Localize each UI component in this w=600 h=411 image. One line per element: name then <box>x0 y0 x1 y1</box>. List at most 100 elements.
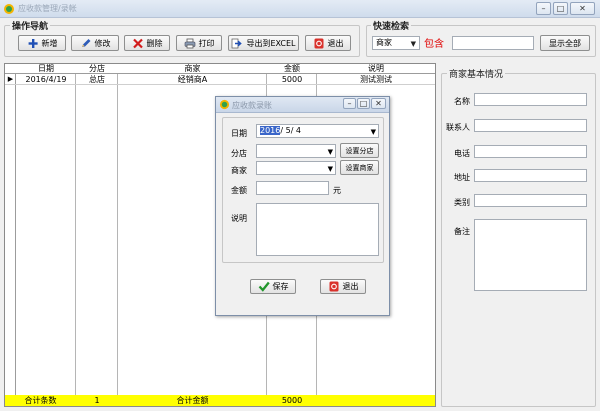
summary-count-label: 合计条数 <box>24 396 57 405</box>
quick-search-title: 快速检索 <box>371 19 412 32</box>
search-keyword-input[interactable] <box>452 36 534 50</box>
maximize-button[interactable]: □ <box>553 2 568 15</box>
chevron-down-icon: ▼ <box>327 165 333 173</box>
column-divider <box>76 64 118 406</box>
set-merchant-button[interactable]: 设置商家 <box>340 160 379 175</box>
dialog-branch-select[interactable]: ▼ <box>256 144 336 158</box>
delete-button-label: 删除 <box>146 38 163 48</box>
search-operator: 包含 <box>424 39 444 50</box>
grid-summary-row: 合计条数 1 合计金额 5000 <box>5 395 435 406</box>
app-icon <box>219 99 230 110</box>
column-header-amount[interactable]: 金额 <box>267 64 317 74</box>
merchant-address-field[interactable] <box>474 169 587 182</box>
dialog-save-button-label: 保存 <box>272 282 289 291</box>
pencil-icon <box>81 38 90 47</box>
column-header-note[interactable]: 说明 <box>317 64 435 74</box>
set-branch-button[interactable]: 设置分店 <box>340 143 379 158</box>
summary-count-value: 1 <box>94 396 100 405</box>
cell-amount: 5000 <box>281 75 303 84</box>
dialog-date-rest: / 5/ 4 <box>280 126 302 135</box>
add-button-label: 新增 <box>41 38 58 48</box>
table-row[interactable]: ▶ 2016/4/19 总店 经销商A 5000 测试测试 <box>5 74 435 85</box>
column-header-date[interactable]: 日期 <box>16 64 76 74</box>
toolbar-group-title: 操作导航 <box>10 19 51 32</box>
window-title: 应收款管理/录帐 <box>18 4 77 13</box>
chevron-down-icon: ▼ <box>327 148 333 156</box>
dialog-date-label: 日期 <box>231 129 247 138</box>
merchant-address-label: 地址 <box>454 173 470 182</box>
edit-button-label: 修改 <box>94 38 111 48</box>
export-arrow-icon <box>232 38 243 48</box>
chevron-down-icon: ▼ <box>370 128 376 136</box>
delete-button[interactable]: 删除 <box>124 35 170 51</box>
plus-icon <box>28 38 38 48</box>
print-button-label: 打印 <box>198 38 215 48</box>
print-button[interactable]: 打印 <box>176 35 222 51</box>
dialog-note-label: 说明 <box>231 214 247 223</box>
export-excel-button-label: 导出到EXCEL <box>246 38 296 48</box>
merchant-contact-field[interactable] <box>474 119 587 132</box>
close-button[interactable]: ✕ <box>570 2 595 15</box>
summary-amount-value: 5000 <box>281 396 303 405</box>
merchant-name-field[interactable] <box>474 93 587 106</box>
dialog-amount-unit: 元 <box>333 186 341 195</box>
cell-note: 测试测试 <box>360 75 392 84</box>
row-selected-marker: ▶ <box>7 75 14 83</box>
show-all-button[interactable]: 显示全部 <box>540 35 590 51</box>
summary-amount-label: 合计金额 <box>176 396 209 405</box>
merchant-phone-label: 电话 <box>454 149 470 158</box>
dialog-merchant-select[interactable]: ▼ <box>256 161 336 175</box>
cell-date: 2016/4/19 <box>25 75 67 84</box>
merchant-category-field[interactable] <box>474 194 587 207</box>
exit-button-label: 退出 <box>327 38 344 48</box>
dialog-amount-input[interactable] <box>256 181 329 195</box>
dialog-close-button[interactable]: ✕ <box>371 98 386 109</box>
row-header-column <box>5 64 16 406</box>
merchant-name-label: 名称 <box>454 97 470 106</box>
column-header-branch[interactable]: 分店 <box>76 64 118 74</box>
exit-icon <box>314 38 323 48</box>
show-all-button-label: 显示全部 <box>549 38 581 48</box>
search-field-value: 商家 <box>376 38 392 47</box>
delete-x-icon <box>132 38 143 48</box>
dialog-titlebar[interactable]: 应收款录账 – □ ✕ <box>216 97 389 113</box>
edit-button[interactable]: 修改 <box>71 35 119 51</box>
dialog-date-picker[interactable]: 2016/ 5/ 4 ▼ <box>256 124 379 138</box>
cell-branch: 总店 <box>89 75 105 84</box>
merchant-phone-field[interactable] <box>474 145 587 158</box>
entry-dialog: 应收款录账 – □ ✕ 日期 2016/ 5/ 4 ▼ 分店 ▼ 设置分店 商家… <box>215 96 390 316</box>
dialog-maximize-button[interactable]: □ <box>357 98 370 109</box>
dialog-date-year: 2016 <box>260 126 281 135</box>
column-divider <box>16 64 76 406</box>
merchant-contact-label: 联系人 <box>446 123 470 132</box>
column-header-merchant[interactable]: 商家 <box>118 64 267 74</box>
merchant-info-title: 商家基本情况 <box>447 67 506 80</box>
minimize-button[interactable]: – <box>536 2 551 15</box>
dialog-amount-label: 金额 <box>231 186 247 195</box>
dialog-note-textarea[interactable] <box>256 203 379 256</box>
add-button[interactable]: 新增 <box>18 35 66 51</box>
set-merchant-button-label: 设置商家 <box>345 163 374 172</box>
app-icon <box>4 4 14 14</box>
dialog-save-button[interactable]: 保存 <box>250 279 296 294</box>
printer-icon <box>184 38 195 48</box>
chevron-down-icon: ▼ <box>410 40 416 48</box>
merchant-category-label: 类别 <box>454 198 470 207</box>
export-excel-button[interactable]: 导出到EXCEL <box>228 35 299 51</box>
exit-button[interactable]: 退出 <box>305 35 351 51</box>
window-titlebar: 应收款管理/录帐 – □ ✕ <box>0 0 600 18</box>
merchant-remark-field[interactable] <box>474 219 587 291</box>
dialog-exit-button[interactable]: 退出 <box>320 279 366 294</box>
grid-header: 日期 分店 商家 金额 说明 <box>5 64 435 74</box>
dialog-merchant-label: 商家 <box>231 166 247 175</box>
dialog-title: 应收款录账 <box>232 101 272 110</box>
set-branch-button-label: 设置分店 <box>345 146 374 155</box>
merchant-remark-label: 备注 <box>454 227 470 236</box>
cell-merchant: 经销商A <box>177 75 208 84</box>
exit-icon <box>329 281 338 292</box>
checkmark-icon <box>258 281 270 292</box>
dialog-branch-label: 分店 <box>231 149 247 158</box>
dialog-minimize-button[interactable]: – <box>343 98 356 109</box>
dialog-exit-button-label: 退出 <box>342 282 359 291</box>
search-field-select[interactable]: 商家 ▼ <box>372 36 420 50</box>
